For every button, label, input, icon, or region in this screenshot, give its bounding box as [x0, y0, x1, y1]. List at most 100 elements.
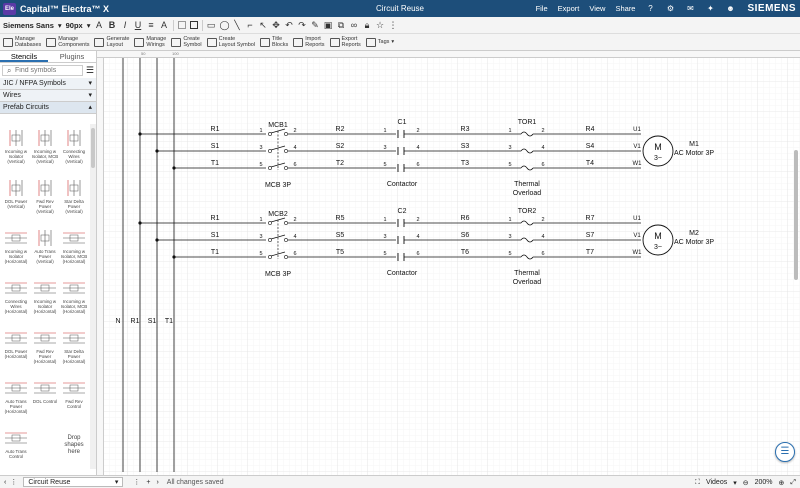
menu-export[interactable]: Export	[558, 4, 580, 13]
tags-button[interactable]: Tags ▾	[365, 37, 394, 47]
group-icon[interactable]: ▣	[324, 20, 333, 31]
canvas-scrollbar[interactable]	[794, 150, 798, 280]
star-icon[interactable]: ☆	[376, 20, 385, 31]
fullscreen-icon[interactable]: ⛶	[695, 479, 700, 487]
stencil-thumbnail	[31, 428, 59, 448]
settings-icon[interactable]: ⚙	[665, 4, 675, 14]
font-size-select[interactable]: 90px	[66, 21, 83, 30]
stencil-item[interactable]: Incoming w Isolator (Horizontal)	[31, 278, 59, 314]
panel-scrollbar[interactable]	[90, 124, 96, 469]
chevron-right-icon[interactable]: ›	[156, 479, 158, 486]
font-size-icon[interactable]: A	[95, 20, 104, 30]
separator	[172, 19, 174, 31]
lock-icon[interactable]: 🔒︎	[363, 20, 372, 31]
text-color-icon[interactable]: A	[160, 20, 169, 30]
chevron-left-icon[interactable]: ‹	[4, 479, 6, 486]
stencil-item[interactable]: Fwd Rev Control	[60, 378, 88, 409]
manage-databases-button[interactable]: Manage Databases	[3, 36, 41, 48]
more-icon[interactable]: ⋮	[389, 20, 398, 31]
stencil-label: DOL Control	[32, 399, 58, 404]
zoom-level[interactable]: 200%	[755, 479, 773, 486]
italic-icon[interactable]: I	[121, 20, 130, 30]
user-icon[interactable]: ☻	[725, 4, 735, 14]
redo-icon[interactable]: ↷	[298, 20, 307, 31]
arrange-icon[interactable]: ⧉	[337, 20, 346, 31]
fit-page-icon[interactable]: ⤢	[790, 479, 796, 487]
category-prefab-circuits[interactable]: Prefab Circuits ▴	[0, 102, 96, 114]
chevron-down-icon[interactable]: ▾	[733, 479, 737, 487]
stencil-item[interactable]: Incoming w Isolator, MCB (Vertical)	[31, 128, 59, 164]
stencil-item[interactable]: Auto Trans Power (Vertical)	[31, 228, 59, 264]
scrollbar-thumb[interactable]	[91, 128, 95, 168]
separator	[201, 19, 203, 31]
create-symbol-button[interactable]: Create Symbol	[171, 36, 202, 48]
stencil-item[interactable]: Auto Trans Power (Horizontal)	[2, 378, 30, 414]
zoom-out-icon[interactable]: ⊖	[743, 479, 749, 487]
menu-view[interactable]: View	[589, 4, 605, 13]
manage-wirings-button[interactable]: Manage Wirings	[134, 36, 166, 48]
help-icon[interactable]: ?	[645, 4, 655, 14]
videos-select[interactable]: Videos	[706, 479, 727, 486]
stencil-item[interactable]: Incoming w Isolator, MCB (Horizontal)	[60, 278, 88, 314]
format-panel-button[interactable]: ☰	[775, 442, 795, 462]
line-icon[interactable]: ╲	[233, 20, 242, 31]
stencil-item[interactable]: Drop shapes here	[60, 428, 88, 456]
create-layout-symbol-button[interactable]: Create Layout Symbol	[206, 36, 255, 48]
pan-icon[interactable]: ✥	[272, 20, 281, 31]
pointer-icon[interactable]: ↖	[259, 20, 268, 31]
stencil-item[interactable]: DOL Control	[31, 378, 59, 404]
stencil-item[interactable]: Incoming w Isolator (Horizontal)	[2, 228, 30, 264]
stencil-item[interactable]: Connecting Wires (Vertical)	[60, 128, 88, 164]
tab-stencils[interactable]: Stencils	[0, 51, 48, 62]
menu-share[interactable]: Share	[615, 4, 635, 13]
stencil-item[interactable]: Incoming w Isolator (Vertical)	[2, 128, 30, 164]
search-input[interactable]	[2, 65, 83, 76]
stencil-item[interactable]	[31, 428, 59, 449]
stencil-item[interactable]: DOL Power (Vertical)	[2, 178, 30, 209]
chevron-down-icon[interactable]: ▾	[58, 21, 62, 30]
fill-color-icon[interactable]	[177, 21, 186, 29]
notifications-icon[interactable]: ✉	[685, 4, 695, 14]
tab-plugins[interactable]: Plugins	[48, 51, 96, 62]
font-family-select[interactable]: Siemens Sans	[3, 21, 54, 30]
drawing-canvas[interactable]: 50 100	[97, 51, 800, 475]
siemens-logo: SIEMENS	[747, 3, 796, 14]
bold-icon[interactable]: B	[108, 20, 117, 30]
zoom-in-icon[interactable]: ⊕	[779, 479, 785, 487]
undo-icon[interactable]: ↶	[285, 20, 294, 31]
add-page-icon[interactable]: +	[146, 479, 150, 486]
ellipse-icon[interactable]: ◯	[220, 20, 230, 31]
chevron-down-icon[interactable]: ▾	[87, 21, 91, 30]
stencil-item[interactable]: Auto Trans Control	[2, 428, 30, 459]
category-wires[interactable]: Wires ▾	[0, 90, 96, 102]
stencil-item[interactable]: Fwd Rev Power (Horizontal)	[31, 328, 59, 364]
connector-icon[interactable]: ⌐	[246, 20, 255, 30]
title-blocks-button[interactable]: Title Blocks	[260, 36, 288, 48]
stencil-item[interactable]: DOL Power (Horizontal)	[2, 328, 30, 359]
manage-components-button[interactable]: Manage Components	[46, 36, 89, 48]
line-color-icon[interactable]	[189, 21, 198, 29]
tools-toolbar: Manage Databases Manage Components Gener…	[0, 34, 800, 51]
stencil-item[interactable]: Star Delta Power (Horizontal)	[60, 328, 88, 364]
category-jic-nfpa[interactable]: JIC / NFPA Symbols ▾	[0, 78, 96, 90]
link-icon[interactable]: ∞	[350, 20, 359, 30]
pages-menu-icon[interactable]: ⋮	[10, 478, 17, 486]
hamburger-menu-icon[interactable]: ☰	[86, 65, 94, 76]
page-menu-icon[interactable]: ⋮	[133, 478, 140, 486]
generate-layout-button[interactable]: Generate Layout	[94, 36, 129, 48]
menu-file[interactable]: File	[536, 4, 548, 13]
stencil-item[interactable]: Star Delta Power (Vertical)	[60, 178, 88, 214]
stencil-item[interactable]: Fwd Rev Power (Vertical)	[31, 178, 59, 214]
format-painter-icon[interactable]: ✎	[311, 20, 320, 31]
import-reports-button[interactable]: Import Reports	[293, 36, 325, 48]
align-icon[interactable]: ≡	[147, 20, 156, 30]
stencil-thumbnail	[2, 228, 30, 248]
export-reports-button[interactable]: Export Reports	[329, 36, 361, 48]
stencil-item[interactable]: Incoming w Isolator, MCB (Horizontal)	[60, 228, 88, 264]
wiring-icon	[134, 37, 145, 47]
gift-icon[interactable]: ✦	[705, 4, 715, 14]
rectangle-icon[interactable]: ▭	[207, 20, 216, 31]
stencil-item[interactable]: Connecting Wires (Horizontal)	[2, 278, 30, 314]
page-tab[interactable]: Circuit Reuse ▾	[23, 477, 124, 487]
underline-icon[interactable]: U	[134, 20, 143, 30]
